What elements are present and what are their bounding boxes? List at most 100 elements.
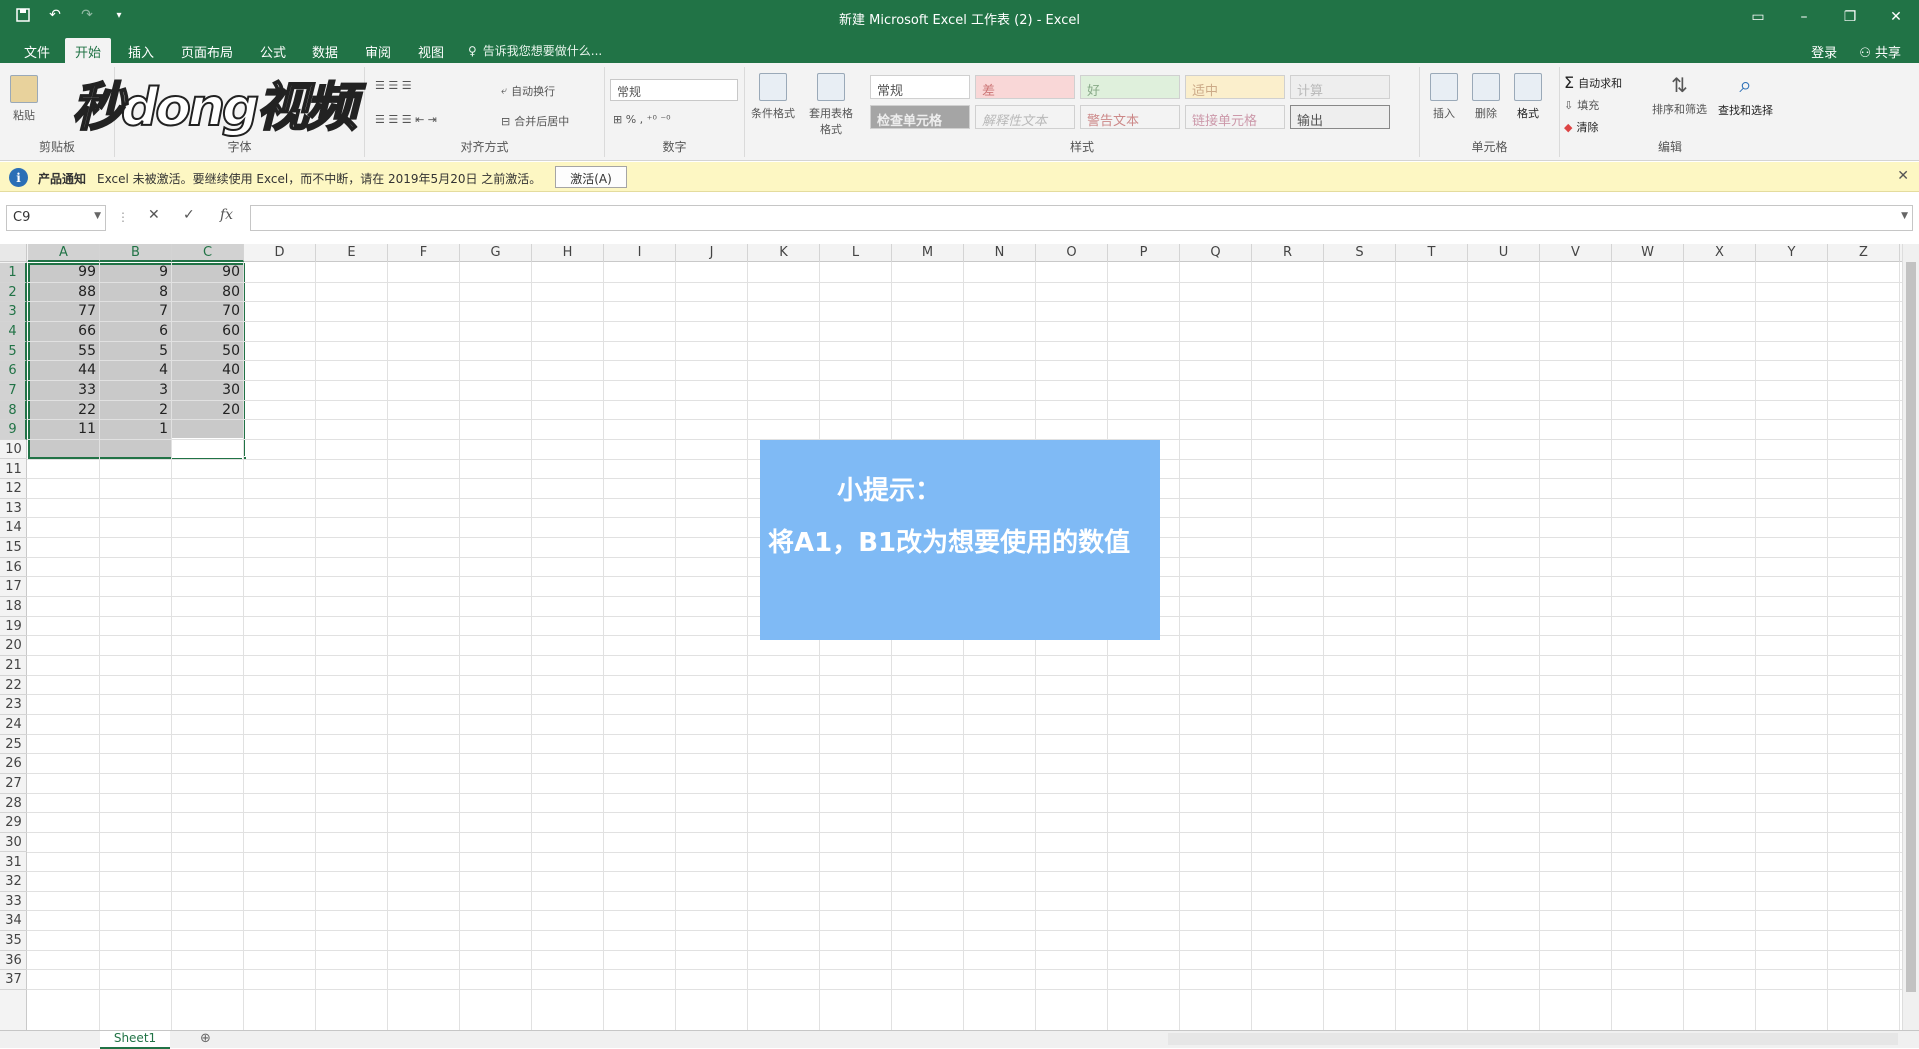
close-icon[interactable]: ✕	[1897, 168, 1909, 184]
column-header[interactable]: G	[460, 244, 532, 262]
column-header[interactable]: O	[1036, 244, 1108, 262]
style-bad[interactable]: 差	[975, 75, 1075, 99]
fill-button[interactable]: ⇩ 填充	[1564, 97, 1599, 113]
column-header[interactable]: P	[1108, 244, 1180, 262]
table-cell[interactable]: 55	[28, 342, 100, 362]
column-header[interactable]: L	[820, 244, 892, 262]
close-icon[interactable]: ✕	[1873, 0, 1919, 34]
style-output[interactable]: 输出	[1290, 105, 1390, 129]
align-left-icon[interactable]: ☰ ☰ ☰ ⇤ ⇥	[375, 113, 437, 126]
row-header[interactable]: 8	[0, 400, 27, 421]
row-header[interactable]: 33	[0, 892, 27, 912]
row-header[interactable]: 26	[0, 754, 27, 774]
row-header[interactable]: 34	[0, 911, 27, 932]
row-header[interactable]: 37	[0, 970, 27, 991]
cancel-icon[interactable]: ✕	[148, 207, 160, 223]
sheet-tab[interactable]: Sheet1	[100, 1031, 170, 1049]
table-cell[interactable]: 4	[100, 361, 172, 381]
column-header[interactable]: C	[172, 244, 244, 262]
row-header[interactable]: 16	[0, 558, 27, 578]
column-header[interactable]: K	[748, 244, 820, 262]
column-header[interactable]: I	[604, 244, 676, 262]
tab-file[interactable]: 文件	[14, 38, 60, 63]
clear-button[interactable]: ◆ 清除	[1564, 119, 1598, 135]
row-header[interactable]: 31	[0, 853, 27, 873]
percent-icon[interactable]: ⊞ % , ⁺⁰ ⁻⁰	[613, 113, 671, 126]
table-cell[interactable]: 22	[28, 401, 100, 421]
active-cell[interactable]	[172, 438, 243, 458]
drag-handle-icon[interactable]: ⋮	[117, 210, 129, 224]
row-header[interactable]: 1	[0, 263, 27, 283]
table-cell[interactable]: 60	[172, 322, 244, 342]
row-header[interactable]: 32	[0, 872, 27, 892]
column-header[interactable]: R	[1252, 244, 1324, 262]
number-format-dropdown[interactable]: 常规	[610, 79, 738, 101]
row-header[interactable]: 17	[0, 577, 27, 598]
customize-icon[interactable]: ▾	[110, 6, 128, 24]
row-header[interactable]: 27	[0, 774, 27, 794]
table-cell[interactable]: 33	[28, 381, 100, 401]
name-box[interactable]: C9 ▼	[6, 205, 106, 231]
style-warning[interactable]: 警告文本	[1080, 105, 1180, 129]
redo-icon[interactable]: ↷	[78, 6, 96, 24]
tell-me-box[interactable]: ♀ 告诉我您想要做什么...	[468, 42, 602, 59]
delete-cells-button[interactable]: 删除	[1472, 73, 1500, 121]
tab-page-layout[interactable]: 页面布局	[171, 38, 243, 63]
style-good[interactable]: 好	[1080, 75, 1180, 99]
chevron-down-icon[interactable]: ▼	[94, 211, 101, 221]
column-header[interactable]: M	[892, 244, 964, 262]
row-header[interactable]: 36	[0, 951, 27, 971]
row-header[interactable]: 2	[0, 282, 27, 303]
column-header[interactable]: V	[1540, 244, 1612, 262]
format-as-table-button[interactable]: 套用表格格式	[805, 73, 857, 137]
undo-icon[interactable]: ↶	[46, 6, 64, 24]
row-header[interactable]: 4	[0, 321, 27, 342]
table-cell[interactable]: 9	[100, 263, 172, 283]
row-header[interactable]: 19	[0, 617, 27, 637]
table-cell[interactable]: 30	[172, 381, 244, 401]
column-header[interactable]: A	[28, 244, 100, 262]
column-header[interactable]: U	[1468, 244, 1540, 262]
column-header[interactable]: Y	[1756, 244, 1828, 262]
table-cell[interactable]: 6	[100, 322, 172, 342]
row-header[interactable]: 20	[0, 636, 27, 656]
minimize-icon[interactable]: –	[1781, 0, 1827, 34]
tab-review[interactable]: 审阅	[355, 38, 401, 63]
column-header[interactable]: W	[1612, 244, 1684, 262]
formula-input[interactable]: ▼	[250, 205, 1913, 231]
paste-button[interactable]: 粘贴	[10, 75, 38, 123]
table-cell[interactable]: 20	[172, 401, 244, 421]
table-cell[interactable]: 8	[100, 283, 172, 303]
table-cell[interactable]: 50	[172, 342, 244, 362]
table-cell[interactable]: 1	[100, 420, 172, 440]
style-normal[interactable]: 常规	[870, 75, 970, 99]
column-header[interactable]: D	[244, 244, 316, 262]
row-header[interactable]: 30	[0, 833, 27, 853]
row-header[interactable]: 35	[0, 931, 27, 951]
row-header[interactable]: 14	[0, 518, 27, 539]
tab-data[interactable]: 数据	[302, 38, 348, 63]
row-header[interactable]: 11	[0, 460, 27, 480]
row-header[interactable]: 10	[0, 440, 27, 460]
expand-formula-icon[interactable]: ▼	[1901, 211, 1908, 221]
table-cell[interactable]: 77	[28, 302, 100, 322]
column-header[interactable]: J	[676, 244, 748, 262]
row-header[interactable]: 24	[0, 715, 27, 735]
row-header[interactable]: 5	[0, 341, 27, 362]
row-header[interactable]: 3	[0, 302, 27, 322]
scrollbar-thumb[interactable]	[1906, 262, 1916, 992]
horizontal-scrollbar[interactable]	[1168, 1033, 1898, 1045]
tab-home[interactable]: 开始	[65, 38, 112, 63]
signin-link[interactable]: 登录	[1811, 42, 1837, 61]
tab-formulas[interactable]: 公式	[250, 38, 296, 63]
enter-icon[interactable]: ✓	[183, 207, 195, 223]
column-header[interactable]: F	[388, 244, 460, 262]
column-header[interactable]: X	[1684, 244, 1756, 262]
table-cell[interactable]: 3	[100, 381, 172, 401]
column-header[interactable]: B	[100, 244, 172, 262]
style-check-cell[interactable]: 检查单元格	[870, 105, 970, 129]
autosum-button[interactable]: Σ 自动求和	[1564, 73, 1622, 92]
table-cell[interactable]: 88	[28, 283, 100, 303]
table-cell[interactable]: 11	[28, 420, 100, 440]
row-header[interactable]: 25	[0, 735, 27, 755]
